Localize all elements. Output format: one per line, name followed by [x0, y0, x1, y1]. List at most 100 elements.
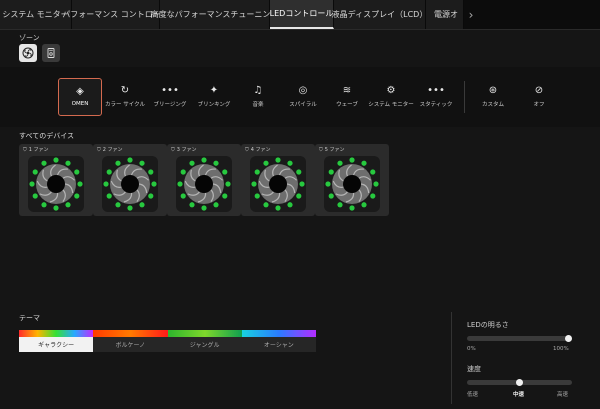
device-label-row: ⛉ 2 ファン [97, 146, 123, 154]
zone-fan-button[interactable] [19, 44, 37, 62]
speed-option-fast[interactable]: 高速 [557, 390, 568, 398]
fan-small-icon: ⛉ [171, 146, 175, 153]
effect-label: システム モニター [368, 102, 414, 108]
fan-graphic [324, 156, 380, 212]
effect-label: カスタム [481, 102, 504, 108]
effect-omen[interactable]: ◈ OMEN [58, 78, 102, 116]
effect-custom[interactable]: ⊛ カスタム [471, 78, 515, 116]
led-dot [287, 160, 293, 166]
led-dot [349, 157, 355, 163]
led-dot [337, 160, 343, 166]
led-dot [115, 202, 121, 208]
speed-option-medium[interactable]: 中速 [513, 390, 524, 398]
fan-graphic [250, 156, 306, 212]
led-dot [139, 160, 145, 166]
theme-gradient-volcano[interactable] [93, 330, 168, 337]
zone-case-button[interactable] [42, 44, 60, 62]
led-dot [106, 169, 112, 175]
theme-volcano[interactable]: ボルケーノ [93, 337, 168, 352]
effect-label: OMEN [71, 101, 89, 107]
led-dot [361, 202, 367, 208]
brightness-slider[interactable] [467, 335, 572, 342]
music-icon: ♫ [253, 85, 263, 96]
tab-power[interactable]: 電源オ [426, 0, 464, 29]
speed-label: 速度 [467, 365, 481, 373]
effect-spiral[interactable]: ◎ スパイラル [281, 78, 325, 116]
theme-galaxy[interactable]: ギャラクシー [19, 337, 94, 352]
led-dot [373, 181, 379, 187]
brightness-min-label: 0% [467, 346, 476, 352]
blinking-icon: ✦ [209, 85, 219, 96]
led-dot [32, 193, 38, 199]
theme-label: テーマ [19, 314, 40, 322]
device-card[interactable]: ⛉ 4 ファン [241, 144, 315, 216]
effect-label: ブリンキング [197, 102, 231, 108]
led-dot [225, 181, 231, 187]
effect-static[interactable]: ••• スタティック [414, 78, 458, 116]
led-dot [41, 202, 47, 208]
led-dot [65, 160, 71, 166]
led-dot [275, 157, 281, 163]
speed-slider-thumb[interactable] [516, 379, 523, 386]
tab-led-control[interactable]: LEDコントロール [270, 0, 334, 29]
led-dot [177, 181, 183, 187]
settings-divider [451, 312, 452, 404]
effect-label: スタティック [419, 102, 453, 108]
device-card[interactable]: ⛉ 3 ファン [167, 144, 241, 216]
effect-label: ウェーブ [336, 102, 358, 108]
effect-label: オフ [533, 102, 545, 108]
speed-option-slow[interactable]: 低速 [467, 390, 478, 398]
fan-graphic [28, 156, 84, 212]
led-dot [296, 193, 302, 199]
fan-small-icon: ⛉ [23, 146, 27, 153]
led-dot [74, 169, 80, 175]
led-dot [180, 193, 186, 199]
effect-blinking[interactable]: ✦ ブリンキング [192, 78, 236, 116]
led-dot [77, 181, 83, 187]
led-dot [275, 205, 281, 211]
device-card[interactable]: ⛉ 5 ファン [315, 144, 389, 216]
theme-gradient-jungle[interactable] [167, 330, 242, 337]
speed-slider[interactable] [467, 379, 572, 386]
theme-gradient-ocean[interactable] [241, 330, 316, 337]
effect-label: ブリージング [153, 102, 187, 108]
device-label-row: ⛉ 5 ファン [319, 146, 345, 154]
device-label-row: ⛉ 4 ファン [245, 146, 271, 154]
fan-graphic [176, 156, 232, 212]
tab-lcd[interactable]: 液晶ディスプレイ（LCD） [332, 0, 427, 29]
tab-performance-control[interactable]: パフォーマンス コントロール [62, 0, 169, 29]
effect-music[interactable]: ♫ 音楽 [236, 78, 280, 116]
led-dot [189, 160, 195, 166]
led-dot [41, 160, 47, 166]
theme-selector: ギャラクシー ボルケーノ ジャングル オーシャン [19, 330, 316, 352]
effect-off[interactable]: ⊘ オフ [517, 78, 561, 116]
theme-gradient-galaxy[interactable] [19, 330, 94, 337]
effect-label: スパイラル [289, 102, 317, 108]
led-dot [337, 202, 343, 208]
tab-scroll-right-icon[interactable]: › [464, 0, 478, 29]
effect-color-cycle[interactable]: ↻ カラー サイクル [103, 78, 147, 116]
led-dot [222, 169, 228, 175]
tab-advanced-tuning[interactable]: 高度なパフォーマンスチューニング [151, 0, 278, 29]
effect-wave[interactable]: ≋ ウェーブ [325, 78, 369, 116]
led-dot [74, 193, 80, 199]
color-cycle-icon: ↻ [120, 85, 130, 96]
lighting-effects-bar: ◈ OMEN ↻ カラー サイクル ••• ブリージング ✦ ブリンキング ♫ … [0, 67, 600, 127]
effect-system-monitor[interactable]: ⚙ システム モニター [368, 78, 414, 116]
tab-bar: システム モニター パフォーマンス コントロール 高度なパフォーマンスチューニン… [0, 0, 600, 30]
fan-small-icon: ⛉ [97, 146, 101, 153]
device-card[interactable]: ⛉ 2 ファン [93, 144, 167, 216]
theme-jungle[interactable]: ジャングル [167, 337, 242, 352]
device-label-row: ⛉ 1 ファン [23, 146, 49, 154]
led-dot [53, 157, 59, 163]
theme-ocean[interactable]: オーシャン [241, 337, 316, 352]
effect-breathing[interactable]: ••• ブリージング [148, 78, 192, 116]
brightness-max-label: 100% [553, 346, 569, 352]
tab-system-monitor[interactable]: システム モニター [0, 0, 72, 29]
brightness-slider-thumb[interactable] [565, 335, 572, 342]
led-dot [115, 160, 121, 166]
zone-label: ゾーン [19, 34, 40, 42]
device-card[interactable]: ⛉ 1 ファン [19, 144, 93, 216]
led-dot [299, 181, 305, 187]
custom-icon: ⊛ [488, 85, 498, 96]
